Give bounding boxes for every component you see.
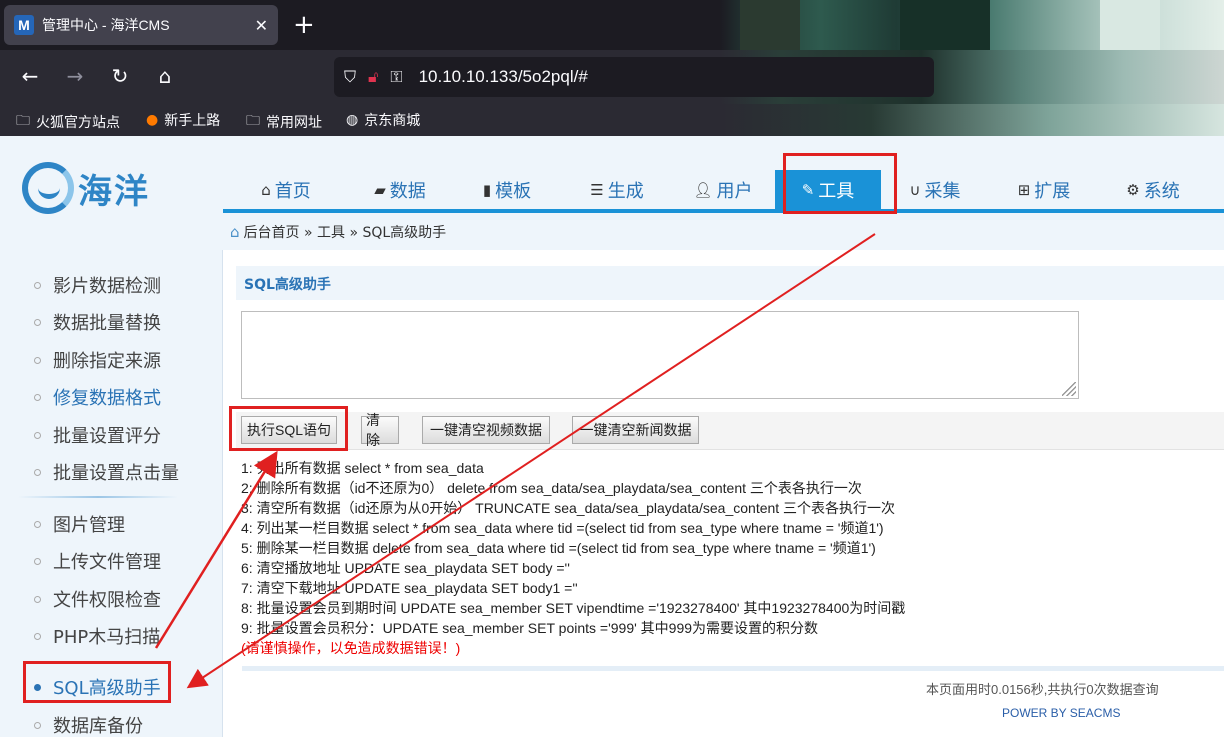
nav-item-extend[interactable]: ⊞ 扩展	[989, 170, 1099, 210]
folder-icon: 🗀	[16, 113, 30, 129]
home-button[interactable]: ⌂	[152, 64, 178, 88]
bullet-icon	[34, 632, 41, 640]
page-stats-text: 本页面用时0.0156秒,共执行0次数据查询	[926, 682, 1159, 697]
nav-item-collect[interactable]: ∪ 采集	[881, 170, 989, 210]
bullet-icon	[34, 431, 41, 439]
sidebar-item-db-backup[interactable]: 数据库备份	[34, 712, 143, 737]
clear-button[interactable]: 清 除	[361, 412, 399, 448]
power-by-text: POWER BY SEACMS	[1002, 706, 1121, 720]
nav-item-home[interactable]: ⌂ 首页	[223, 170, 349, 210]
sql-example-line: 2: 删除所有数据（id不还原为0） delete from sea_data/…	[241, 480, 862, 496]
user-icon: 👤︎	[693, 181, 713, 199]
sidebar-item-repair-format[interactable]: 修复数据格式	[34, 384, 161, 410]
annotation-box-tools	[783, 153, 897, 214]
tab-title: 管理中心 - 海洋CMS	[42, 17, 170, 33]
browser-navigation-bar: ← → ↻ ⌂ ⛉ 🔓︎ ⚿ 10.10.10.133/5o2pql/#	[0, 50, 1224, 104]
nav-underline	[223, 209, 1224, 213]
bullet-icon	[34, 393, 41, 401]
back-button[interactable]: ←	[17, 64, 43, 88]
sitemap-icon: ⊞	[1017, 181, 1031, 199]
new-tab-button[interactable]: +	[293, 10, 315, 40]
sidebar-item-batch-hits[interactable]: 批量设置点击量	[34, 459, 179, 485]
logo-text: 海洋	[78, 171, 150, 212]
bullet-icon	[34, 721, 41, 729]
annotation-box-execute	[229, 406, 348, 451]
reload-button[interactable]: ↻	[107, 64, 133, 88]
sql-example-line: 1: 列出所有数据 select * from sea_data	[241, 460, 484, 476]
magnet-icon: ∪	[909, 181, 921, 199]
cms-page: 海洋 ⌂ 首页 ▰ 数据 ▮ 模板 ☰ 生成 👤︎ 用户 ✎ 工具 ∪ 采集 ⊞ 扩展 ⚙ 系统 …	[0, 136, 1224, 737]
bullet-icon	[34, 281, 41, 289]
clear-video-data-button[interactable]: 一键清空视频数据	[422, 416, 550, 444]
nav-item-data[interactable]: ▰ 数据	[349, 170, 451, 210]
bullet-icon	[34, 520, 41, 528]
panel-title: SQL高级助手	[236, 266, 1224, 300]
shield-icon[interactable]: ⛉	[344, 67, 356, 87]
globe-icon: ◍	[346, 112, 359, 128]
annotation-box-sql-helper	[23, 661, 171, 703]
sidebar-item-upload-manage[interactable]: 上传文件管理	[34, 548, 161, 574]
footer-divider	[242, 666, 1224, 671]
bookmark-item[interactable]: 🗀 火狐官方站点	[16, 110, 120, 134]
server-icon: ☰	[590, 181, 604, 199]
sidebar-item-batch-replace[interactable]: 数据批量替换	[34, 309, 161, 335]
sidebar-item-php-trojan-scan[interactable]: PHP木马扫描	[34, 623, 160, 649]
sidebar-item-video-check[interactable]: 影片数据检测	[34, 272, 161, 298]
clear-news-data-button[interactable]: 一键清空新闻数据	[572, 416, 699, 444]
wave-logo-icon	[22, 162, 74, 214]
bullet-icon	[34, 356, 41, 364]
site-favicon-icon: M	[14, 15, 34, 35]
close-tab-icon[interactable]: ✕	[255, 16, 268, 35]
key-icon[interactable]: ⚿	[390, 67, 402, 87]
bullet-icon	[34, 468, 41, 476]
theme-background-image	[720, 0, 1224, 50]
main-navigation: ⌂ 首页 ▰ 数据 ▮ 模板 ☰ 生成 👤︎ 用户 ✎ 工具 ∪ 采集 ⊞ 扩展 ⚙ 系统	[223, 166, 1224, 210]
nav-item-template[interactable]: ▮ 模板	[451, 170, 563, 210]
theme-background-image	[720, 104, 1224, 136]
browser-tab[interactable]: M 管理中心 - 海洋CMS ✕	[4, 5, 278, 45]
file-icon: ▮	[482, 181, 492, 199]
sql-examples: 1: 列出所有数据 select * from sea_data 2: 删除所有…	[241, 458, 905, 658]
bookmark-item[interactable]: ◍ 京东商城	[346, 110, 420, 130]
bullet-icon	[34, 318, 41, 326]
url-text[interactable]: 10.10.10.133/5o2pql/#	[419, 67, 588, 87]
sql-example-line: 9: 批量设置会员积分：UPDATE sea_member SET points…	[241, 620, 819, 636]
resize-grip-icon[interactable]	[1062, 382, 1076, 396]
insecure-lock-icon[interactable]: 🔓︎	[368, 67, 378, 87]
header: 海洋 ⌂ 首页 ▰ 数据 ▮ 模板 ☰ 生成 👤︎ 用户 ✎ 工具 ∪ 采集 ⊞ 扩展 ⚙ 系统 …	[0, 136, 1224, 250]
sql-example-line: 5: 删除某一栏目数据 delete from sea_data where t…	[241, 540, 876, 556]
sidebar-item-delete-source[interactable]: 删除指定来源	[34, 347, 161, 373]
home-icon[interactable]: ⌂	[230, 223, 240, 241]
sql-example-line: 8: 批量设置会员到期时间 UPDATE sea_member SET vipe…	[241, 600, 906, 616]
gear-icon: ⚙	[1126, 181, 1140, 199]
sql-example-line: 3: 清空所有数据（id还原为从0开始） TRUNCATE sea_data/s…	[241, 500, 896, 516]
nav-item-system[interactable]: ⚙ 系统	[1099, 170, 1207, 210]
nav-item-user[interactable]: 👤︎ 用户	[671, 170, 775, 210]
breadcrumb: ⌂ 后台首页 » 工具 » SQL高级助手	[230, 222, 446, 242]
seacms-logo[interactable]: 海洋	[22, 162, 150, 214]
sql-example-line: 6: 清空播放地址 UPDATE sea_playdata SET body =…	[241, 560, 570, 576]
sidebar-item-image-manage[interactable]: 图片管理	[34, 511, 125, 537]
forward-button[interactable]: →	[62, 64, 88, 88]
bullet-icon	[34, 557, 41, 565]
sidebar-item-permission-check[interactable]: 文件权限检查	[34, 586, 161, 612]
address-bar[interactable]: ⛉ 🔓︎ ⚿ 10.10.10.133/5o2pql/#	[334, 57, 934, 97]
bookmark-item[interactable]: 🗀 常用网址	[246, 110, 322, 134]
sidebar-item-batch-score[interactable]: 批量设置评分	[34, 422, 161, 448]
folder-icon: 🗀	[246, 113, 260, 129]
home-icon: ⌂	[261, 181, 271, 199]
book-icon: ▰	[374, 181, 386, 199]
browser-tab-bar: M 管理中心 - 海洋CMS ✕ +	[0, 0, 1224, 50]
sql-example-line: 7: 清空下载地址 UPDATE sea_playdata SET body1 …	[241, 580, 578, 596]
breadcrumb-text[interactable]: 后台首页 » 工具 » SQL高级助手	[244, 222, 447, 242]
bullet-icon	[34, 595, 41, 603]
sql-input-textarea[interactable]	[241, 311, 1079, 399]
sidebar-divider	[18, 496, 178, 498]
bookmark-item[interactable]: ● 新手上路	[146, 110, 220, 130]
bookmarks-toolbar: 🗀 火狐官方站点 ● 新手上路 🗀 常用网址 ◍ 京东商城	[0, 104, 1224, 136]
warning-text: (请谨慎操作，以免造成数据错误！)	[241, 640, 461, 656]
nav-item-generate[interactable]: ☰ 生成	[563, 170, 671, 210]
sql-example-line: 4: 列出某一栏目数据 select * from sea_data where…	[241, 520, 884, 536]
firefox-icon: ●	[146, 112, 159, 128]
